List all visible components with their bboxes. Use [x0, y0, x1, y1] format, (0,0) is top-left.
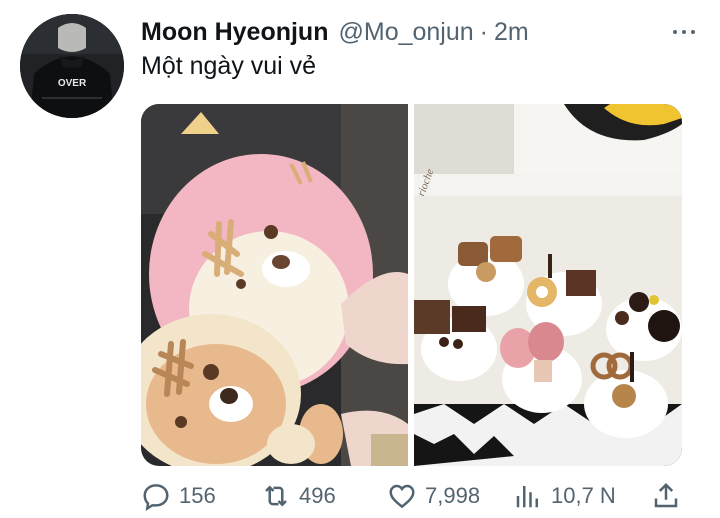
more-dot	[673, 30, 677, 34]
more-dot	[682, 30, 686, 34]
media-grid: brioche	[141, 104, 682, 466]
like-button[interactable]: 7,998	[387, 478, 480, 514]
retweet-button[interactable]: 496	[261, 478, 336, 514]
plush-toys-photo[interactable]	[141, 104, 408, 466]
timestamp[interactable]: 2m	[494, 18, 529, 47]
like-count: 7,998	[425, 483, 481, 508]
views-chart-icon	[516, 486, 538, 508]
share-icon	[654, 482, 678, 508]
heart-icon	[389, 484, 415, 509]
tweet-header: Moon Hyeonjun @Mo_onjun · 2m	[141, 16, 701, 48]
more-dot	[691, 30, 695, 34]
display-name[interactable]: Moon Hyeonjun	[141, 18, 328, 47]
reply-button[interactable]: 156	[141, 478, 216, 514]
more-options-icon[interactable]	[667, 20, 701, 44]
views-button[interactable]: 10,7 N	[513, 478, 616, 514]
cupcakes-box-image: brioche	[414, 104, 682, 466]
retweet-icon	[265, 485, 287, 507]
plush-toys-image	[141, 104, 408, 466]
share-button[interactable]	[651, 478, 681, 514]
cupcakes-box-photo[interactable]: brioche	[414, 104, 682, 466]
tweet-text: Một ngày vui vẻ	[141, 52, 317, 80]
avatar-image: OVER	[20, 14, 124, 118]
retweet-count: 496	[299, 483, 336, 508]
jacket-text: OVER	[58, 78, 87, 89]
tweet-actions: 156 496 7,998 10,7 N	[141, 478, 681, 514]
reply-count: 156	[179, 483, 216, 508]
avatar[interactable]: OVER	[20, 14, 124, 118]
user-handle[interactable]: @Mo_onjun	[338, 18, 473, 47]
views-count: 10,7 N	[551, 483, 616, 508]
reply-icon	[143, 484, 169, 511]
separator-dot: ·	[479, 17, 488, 46]
